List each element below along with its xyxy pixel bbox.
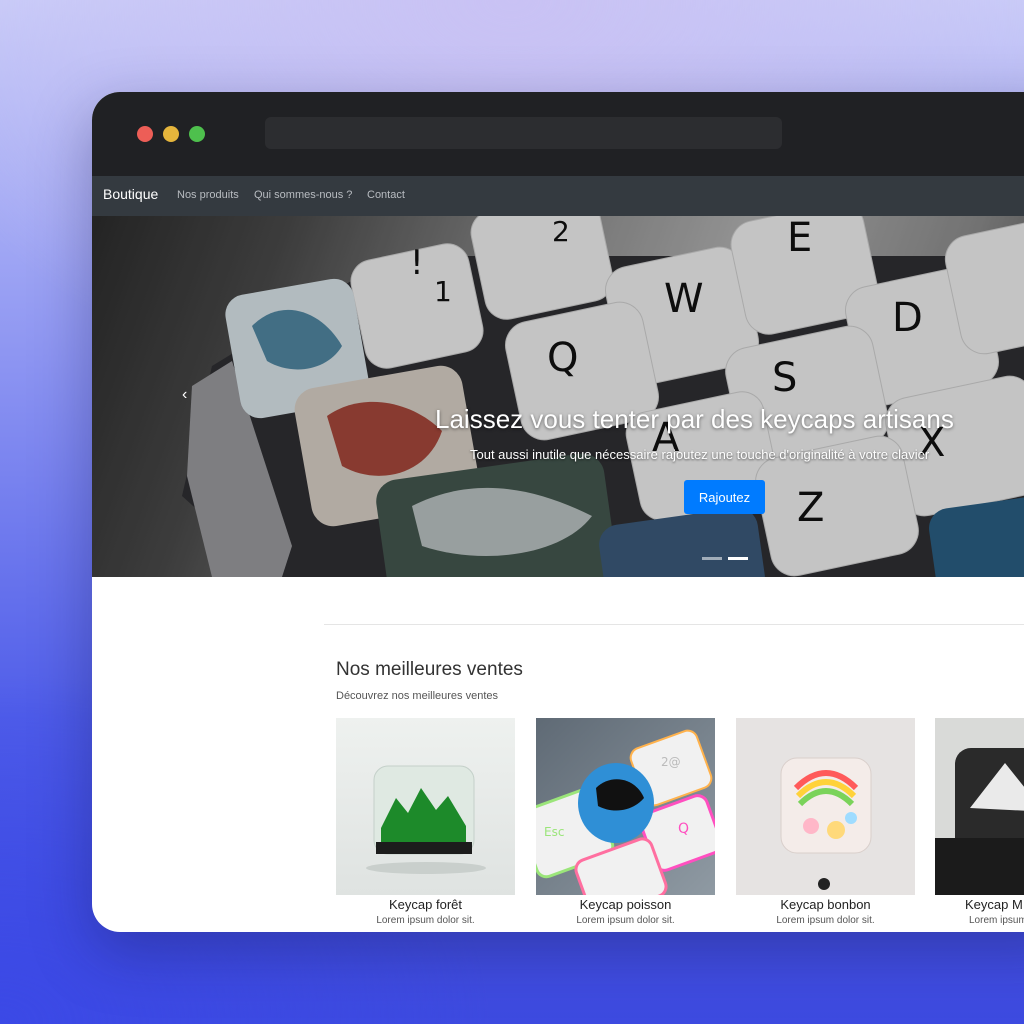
carousel-indicator-2[interactable] [728, 557, 748, 560]
nav-link-products[interactable]: Nos produits [177, 189, 239, 201]
hero-title: Laissez vous tenter par des keycaps arti… [435, 404, 954, 434]
product-image-poisson: Esc 2@ Q [536, 718, 715, 895]
product-description: Lorem ipsum dolor sit. [376, 915, 475, 926]
product-name: Keycap M [965, 897, 1023, 912]
product-description: Lorem ipsum dolor sit. [776, 915, 875, 926]
nav-link-about[interactable]: Qui sommes-nous ? [254, 189, 352, 201]
product-description: Lorem ipsum dolor sit. [576, 915, 675, 926]
product-image-foret [336, 718, 515, 895]
product-image-m [935, 718, 1024, 895]
navbar-brand[interactable]: Boutique [103, 186, 158, 202]
nav-link-contact[interactable]: Contact [367, 189, 405, 201]
product-name: Keycap bonbon [780, 897, 871, 912]
poisson-key-q: Q [678, 821, 689, 837]
maximize-window-button[interactable] [189, 126, 205, 142]
minimize-window-button[interactable] [163, 126, 179, 142]
section-divider [324, 624, 1024, 625]
product-image-bonbon [736, 718, 915, 895]
site-navbar: Boutique Nos produits Qui sommes-nous ? … [92, 176, 1024, 216]
browser-titlebar [92, 92, 1024, 176]
product-card-poisson[interactable]: Esc 2@ Q Keycap poisson Lorem ipsum dolo… [536, 718, 715, 932]
browser-window: Boutique Nos produits Qui sommes-nous ? … [92, 92, 1024, 932]
hero-cta-button[interactable]: Rajoutez [684, 480, 765, 514]
product-card-foret[interactable]: Keycap forêt Lorem ipsum dolor sit. [336, 718, 515, 932]
product-name: Keycap poisson [579, 897, 672, 912]
hero-overlay [92, 216, 1024, 577]
poisson-key-esc: Esc [544, 825, 564, 839]
product-description: Lorem ipsum [969, 915, 1024, 926]
address-bar[interactable] [265, 117, 782, 149]
product-card-bonbon[interactable]: Keycap bonbon Lorem ipsum dolor sit. [736, 718, 915, 932]
bestsellers-subtitle: Découvrez nos meilleures ventes [336, 690, 499, 702]
close-window-button[interactable] [137, 126, 153, 142]
hero-carousel: ! 1 2 Q W E S D A X Z ‹ Laissez vous ten… [92, 216, 1024, 577]
bestsellers-title: Nos meilleures ventes [336, 659, 523, 680]
carousel-indicator-1[interactable] [702, 557, 722, 560]
hero-subtitle: Tout aussi inutile que nécessaire rajout… [470, 447, 930, 462]
product-card-m[interactable]: Keycap M Lorem ipsum [935, 718, 1024, 932]
chevron-left-icon[interactable]: ‹ [182, 386, 187, 404]
poisson-key-2at: 2@ [661, 755, 681, 769]
product-name: Keycap forêt [389, 897, 462, 912]
